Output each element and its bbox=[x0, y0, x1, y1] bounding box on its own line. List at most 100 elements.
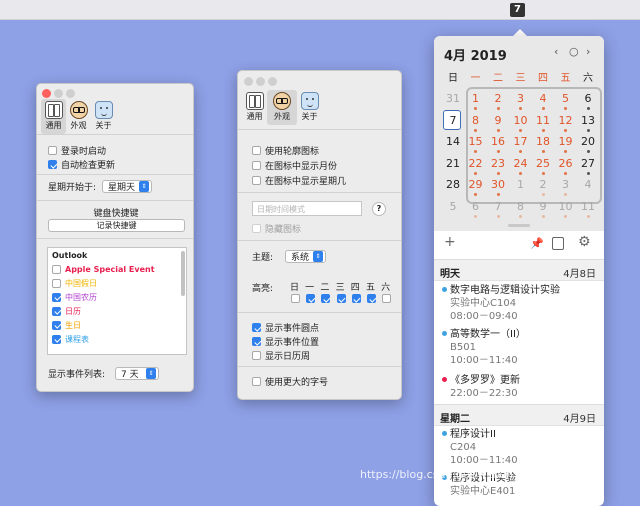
calendar-day[interactable]: 19 bbox=[555, 134, 577, 156]
tab-general[interactable]: 通用 bbox=[41, 99, 66, 134]
close-button[interactable] bbox=[42, 89, 51, 98]
calendar-day[interactable]: 7 bbox=[487, 199, 509, 221]
tab-appearance[interactable]: 外观 bbox=[267, 90, 297, 125]
calendar-day[interactable]: 22 bbox=[465, 156, 487, 178]
calendar-day[interactable]: 28 bbox=[442, 177, 464, 199]
calendar-day[interactable]: 14 bbox=[442, 134, 464, 156]
general-icon bbox=[44, 101, 63, 119]
tab-general[interactable]: 通用 bbox=[242, 90, 267, 125]
calendar-day[interactable]: 5 bbox=[442, 199, 464, 221]
calendar-day[interactable]: 5 bbox=[555, 91, 577, 113]
prev-month-button[interactable]: ‹ bbox=[554, 45, 558, 58]
gear-icon[interactable]: ⚙ bbox=[578, 234, 591, 250]
hide-icon-checkbox[interactable]: 隐藏图标 bbox=[252, 222, 301, 235]
calendar-item[interactable]: 中国农历 bbox=[48, 290, 186, 304]
larger-text-checkbox[interactable]: 使用更大的字号 bbox=[252, 375, 328, 388]
calendar-day[interactable]: 23 bbox=[487, 156, 509, 178]
datetime-pattern-input[interactable]: 日期时间模式 bbox=[252, 201, 362, 216]
calendar-day[interactable]: 2 bbox=[532, 177, 554, 199]
calendar-day[interactable]: 1 bbox=[465, 91, 487, 113]
launch-at-login-checkbox[interactable]: 登录时启动 bbox=[48, 144, 106, 157]
event-dots-checkbox[interactable]: 显示事件圆点 bbox=[252, 321, 319, 334]
week-start-select[interactable]: 星期天 ⇕ bbox=[102, 180, 153, 193]
calendar-day[interactable]: 10 bbox=[555, 199, 577, 221]
calendar-day[interactable]: 11 bbox=[577, 199, 599, 221]
highlight-day-checkbox[interactable] bbox=[381, 294, 392, 306]
outline-icon-checkbox[interactable]: 使用轮廓图标 bbox=[252, 144, 319, 157]
calendar-day[interactable]: 3 bbox=[510, 91, 532, 113]
calendar-day[interactable]: 15 bbox=[465, 134, 487, 156]
event-location-checkbox[interactable]: 显示事件位置 bbox=[252, 335, 319, 348]
calendar-day[interactable]: 26 bbox=[555, 156, 577, 178]
calendar-day[interactable]: 8 bbox=[465, 113, 487, 135]
calendar-day[interactable]: 6 bbox=[465, 199, 487, 221]
calendar-day[interactable]: 12 bbox=[555, 113, 577, 135]
event-item[interactable]: 程序设计II C204 10:00－11:40 bbox=[442, 428, 518, 467]
zoom-button[interactable] bbox=[66, 89, 75, 98]
today-button[interactable]: ○ bbox=[569, 45, 579, 58]
resize-handle[interactable] bbox=[508, 224, 530, 227]
calendar-day[interactable]: 4 bbox=[577, 177, 599, 199]
calendar-day[interactable]: 18 bbox=[532, 134, 554, 156]
calendar-menubar-icon[interactable]: 7 bbox=[510, 3, 525, 17]
theme-select[interactable]: 系统 ⇕ bbox=[285, 250, 327, 263]
calendar-day[interactable]: 30 bbox=[487, 177, 509, 199]
auto-update-checkbox[interactable]: 自动检查更新 bbox=[48, 158, 115, 171]
calendar-day[interactable]: 3 bbox=[555, 177, 577, 199]
calendar-day[interactable]: 13 bbox=[577, 113, 599, 135]
minimize-button[interactable] bbox=[256, 77, 265, 86]
show-weekday-checkbox[interactable]: 在图标中显示星期几 bbox=[252, 174, 346, 187]
calendar-day[interactable]: 7 bbox=[442, 113, 464, 135]
tab-appearance[interactable]: 外观 bbox=[66, 99, 91, 134]
show-month-checkbox[interactable]: 在图标中显示月份 bbox=[252, 159, 337, 172]
event-item[interactable]: 《多罗罗》更新 22:00－22:30 bbox=[442, 374, 520, 400]
calendar-day[interactable]: 21 bbox=[442, 156, 464, 178]
next-month-button[interactable]: › bbox=[586, 45, 590, 58]
calendar-day[interactable]: 31 bbox=[442, 91, 464, 113]
plus-icon[interactable]: + bbox=[444, 234, 456, 250]
event-item[interactable]: 数字电路与逻辑设计实验 实验中心C104 08:00－09:40 bbox=[442, 284, 560, 323]
calendar-item[interactable]: 中国假日 bbox=[48, 276, 186, 290]
highlight-day-checkbox[interactable] bbox=[290, 294, 301, 306]
calendar-day[interactable]: 2 bbox=[487, 91, 509, 113]
calendar-day[interactable]: 17 bbox=[510, 134, 532, 156]
calendar-day[interactable]: 29 bbox=[465, 177, 487, 199]
minimize-button[interactable] bbox=[54, 89, 63, 98]
pin-icon[interactable]: 📌 bbox=[530, 237, 544, 250]
highlight-day-checkbox[interactable] bbox=[366, 294, 377, 306]
tab-about[interactable]: 关于 bbox=[91, 99, 116, 134]
calendar-day[interactable]: 8 bbox=[510, 199, 532, 221]
zoom-button[interactable] bbox=[268, 77, 277, 86]
calendar-day[interactable]: 24 bbox=[510, 156, 532, 178]
calendar-weeks-checkbox[interactable]: 显示日历周 bbox=[252, 349, 310, 362]
calendar-list[interactable]: Outlook Apple Special Event 中国假日 中国农历 日历… bbox=[47, 247, 187, 355]
calendar-day[interactable]: 6 bbox=[577, 91, 599, 113]
calendar-day[interactable]: 9 bbox=[532, 199, 554, 221]
highlight-day-checkbox[interactable] bbox=[305, 294, 316, 306]
close-button[interactable] bbox=[244, 77, 253, 86]
calendar-day[interactable]: 10 bbox=[510, 113, 532, 135]
calendar-item[interactable]: 日历 bbox=[48, 304, 186, 318]
calendar-item[interactable]: Apple Special Event bbox=[48, 262, 186, 276]
event-item[interactable]: 高等数学一（II） B501 10:00－11:40 bbox=[442, 328, 526, 367]
calendar-item[interactable]: 课程表 bbox=[48, 332, 186, 346]
calendar-day[interactable]: 1 bbox=[510, 177, 532, 199]
calendar-day[interactable]: 25 bbox=[532, 156, 554, 178]
chevron-updown-icon: ⇕ bbox=[139, 181, 150, 192]
calendar-day[interactable]: 16 bbox=[487, 134, 509, 156]
calendar-day[interactable]: 27 bbox=[577, 156, 599, 178]
calendar-day[interactable]: 9 bbox=[487, 113, 509, 135]
calendar-app-icon[interactable] bbox=[552, 237, 564, 250]
calendar-day[interactable]: 20 bbox=[577, 134, 599, 156]
scrollbar[interactable] bbox=[181, 251, 185, 296]
help-button[interactable]: ? bbox=[372, 202, 386, 216]
highlight-day-checkbox[interactable] bbox=[351, 294, 362, 306]
highlight-day-checkbox[interactable] bbox=[320, 294, 331, 306]
calendar-day[interactable]: 11 bbox=[532, 113, 554, 135]
calendar-item[interactable]: 生日 bbox=[48, 318, 186, 332]
highlight-day-checkbox[interactable] bbox=[336, 294, 347, 306]
show-events-select[interactable]: 7 天 ⇕ bbox=[115, 367, 160, 380]
record-shortcut-button[interactable]: 记录快捷键 bbox=[48, 219, 185, 232]
tab-about[interactable]: 关于 bbox=[297, 90, 322, 125]
calendar-day[interactable]: 4 bbox=[532, 91, 554, 113]
